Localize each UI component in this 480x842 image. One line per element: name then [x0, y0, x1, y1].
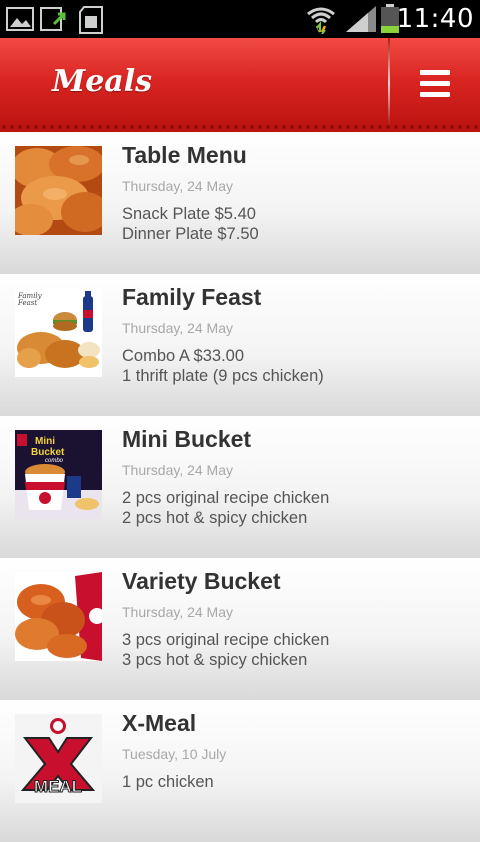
sd-card-icon [79, 6, 103, 34]
list-item[interactable]: Table Menu Thursday, 24 May Snack Plate … [0, 132, 480, 274]
meal-description: 1 pc chicken [122, 772, 214, 792]
meal-line: 2 pcs original recipe chicken [122, 489, 330, 507]
x-meal-logo: MEAL [15, 714, 102, 803]
signal-icon [346, 6, 376, 32]
meal-line: 2 pcs hot & spicy chicken [122, 509, 308, 527]
meal-name: Family Feast [122, 284, 262, 310]
meal-line: 3 pcs original recipe chicken [122, 631, 330, 649]
meal-name: Mini Bucket [122, 426, 252, 452]
menu-button[interactable] [390, 38, 480, 128]
gallery-icon [6, 7, 34, 31]
list-item[interactable]: Mini Bucket combo Mini Bucket Thursday, … [0, 416, 480, 558]
meal-line: 1 pc chicken [122, 773, 214, 791]
list-item[interactable]: MEAL X-Meal Tuesday, 10 July 1 pc chicke… [0, 700, 480, 842]
svg-text:Feast: Feast [17, 299, 37, 307]
svg-text:Mini: Mini [35, 436, 55, 447]
meal-list: Table Menu Thursday, 24 May Snack Plate … [0, 132, 480, 842]
list-item[interactable]: Family Feast Family Feast Thursday, 24 M… [0, 274, 480, 416]
meal-description: 2 pcs original recipe chicken 2 pcs hot … [122, 488, 329, 528]
meal-date: Thursday, 24 May [122, 604, 234, 620]
wifi-icon [307, 7, 335, 34]
meal-line: 3 pcs hot & spicy chicken [122, 651, 308, 669]
page-title: Meals [52, 64, 153, 99]
thumb-caption: MEAL [34, 777, 82, 796]
meal-line: Dinner Plate $7.50 [122, 225, 259, 243]
meal-date: Tuesday, 10 July [122, 746, 227, 762]
meal-name: Variety Bucket [122, 568, 281, 594]
app-header: Meals [0, 38, 480, 132]
meal-name: X-Meal [122, 710, 197, 736]
meal-line: Snack Plate $5.40 [122, 205, 256, 223]
family-feast-photo: Family Feast [15, 288, 102, 377]
variety-bucket-photo [15, 572, 102, 661]
list-item[interactable]: Variety Bucket Thursday, 24 May 3 pcs or… [0, 558, 480, 700]
fried-chicken-photo [15, 146, 102, 235]
sync-icon [40, 7, 66, 31]
meal-date: Thursday, 24 May [122, 462, 234, 478]
meal-description: Combo A $33.00 1 thrift plate (9 pcs chi… [122, 346, 324, 386]
meal-description: Snack Plate $5.40 Dinner Plate $7.50 [122, 204, 259, 244]
mini-bucket-photo: Mini Bucket combo [15, 430, 102, 519]
meal-date: Thursday, 24 May [122, 178, 234, 194]
svg-text:combo: combo [45, 458, 64, 464]
svg-text:Bucket: Bucket [31, 447, 65, 458]
meal-line: 1 thrift plate (9 pcs chicken) [122, 367, 324, 385]
meal-name: Table Menu [122, 142, 247, 168]
status-time: 11:40 [396, 4, 474, 34]
meal-line: Combo A $33.00 [122, 347, 245, 365]
meal-date: Thursday, 24 May [122, 320, 234, 336]
meal-description: 3 pcs original recipe chicken 3 pcs hot … [122, 630, 329, 670]
status-bar: 11:40 [0, 0, 480, 38]
